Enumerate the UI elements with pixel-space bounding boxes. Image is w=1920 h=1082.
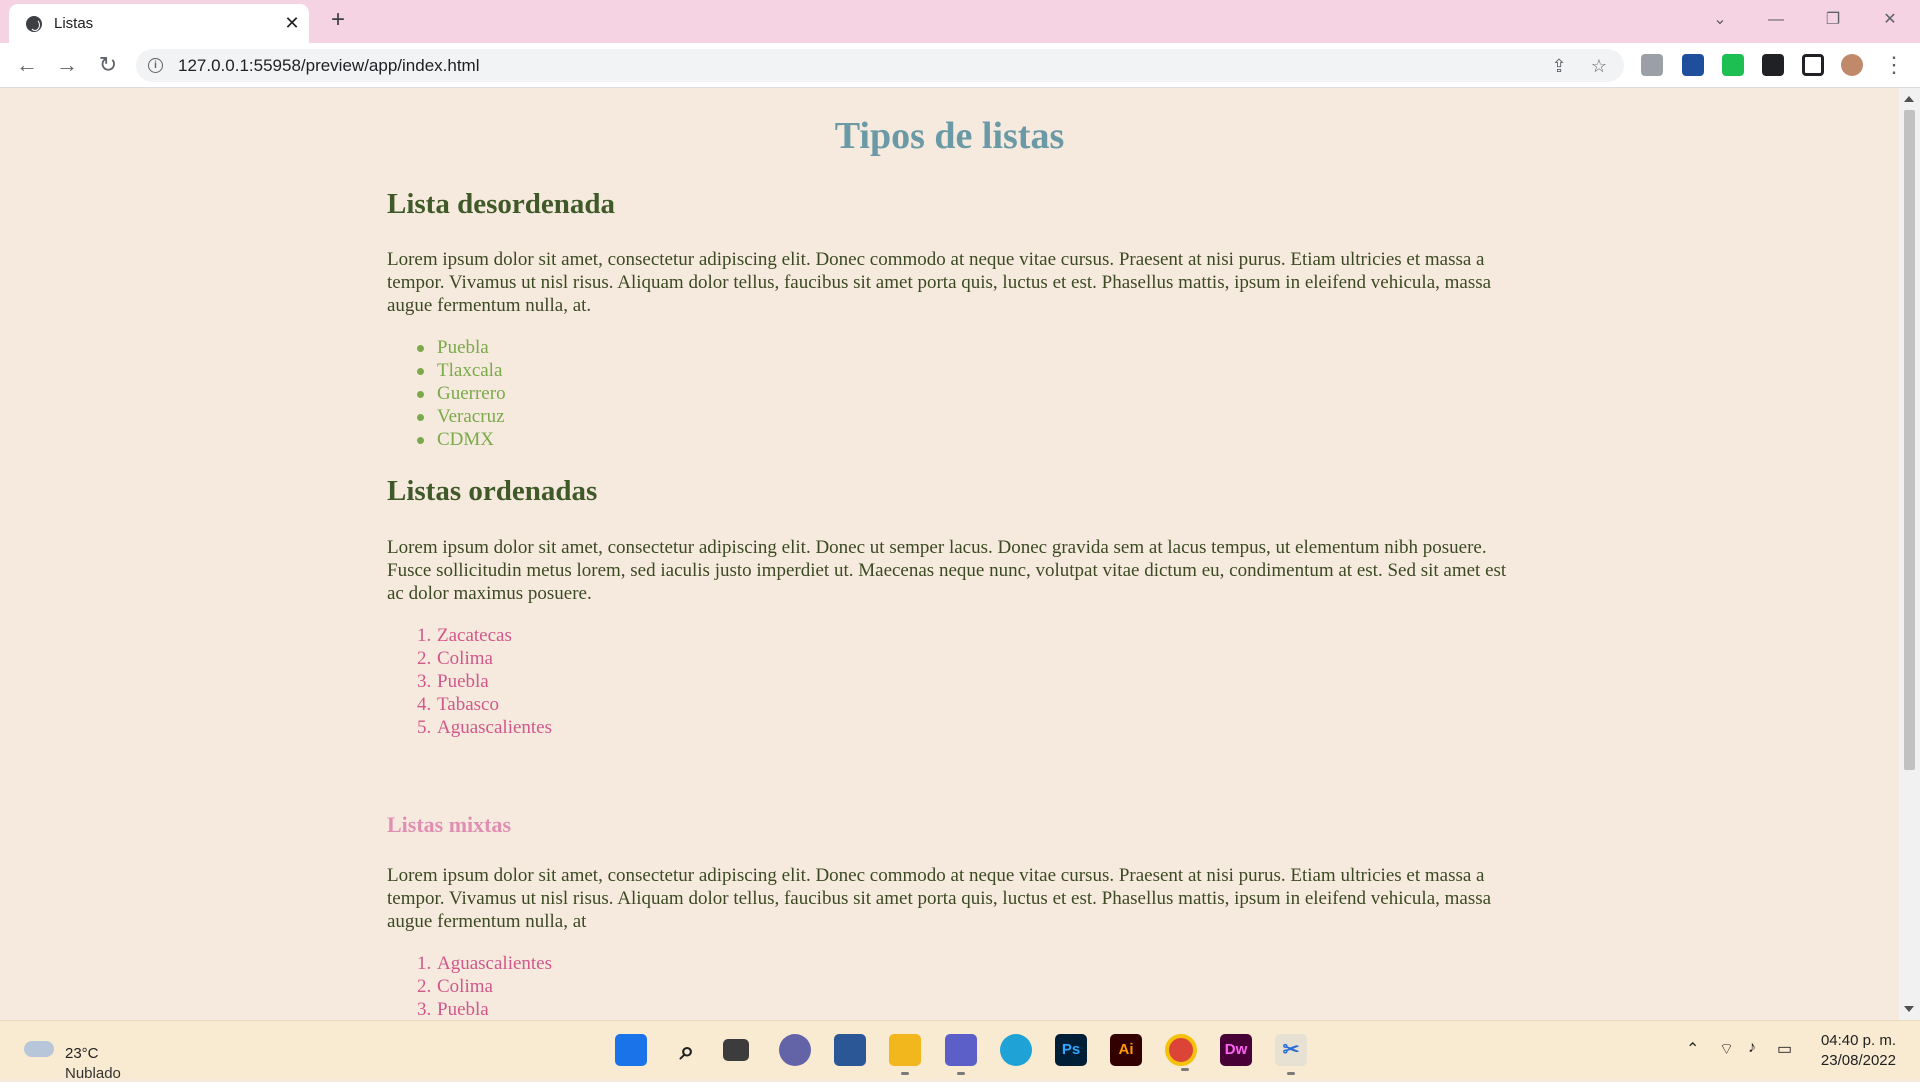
task-view-icon[interactable] [723,1039,749,1061]
chat-icon[interactable] [779,1034,811,1066]
info-icon[interactable]: i [148,58,163,73]
list-item: 1. Zacatecas [417,625,512,646]
vertical-scrollbar[interactable] [1899,88,1920,1020]
tab-close-icon[interactable]: ✕ [281,12,303,34]
list-item: 3. Puebla [417,999,489,1020]
wifi-icon[interactable]: ⌔ [1719,1039,1734,1059]
address-bar[interactable]: i 127.0.0.1:55958/preview/app/index.html… [136,49,1624,82]
store-icon[interactable] [834,1034,866,1066]
section-heading-mixed: Listas mixtas [387,812,512,837]
section-heading-unordered: Lista desordenada [387,188,616,220]
scroll-down-arrow-icon[interactable] [1904,1006,1914,1012]
extensions-puzzle-icon[interactable] [1762,54,1784,76]
weather-condition: Nublado [65,1065,121,1082]
browser-toolbar: ← → ↻ i 127.0.0.1:55958/preview/app/inde… [0,43,1920,88]
search-icon[interactable]: ⌕ [671,1034,703,1066]
illustrator-icon[interactable]: Ai [1110,1034,1142,1066]
bookmark-star-icon[interactable]: ☆ [1588,55,1610,77]
teams-icon[interactable] [945,1034,977,1075]
new-tab-button[interactable]: + [325,8,351,34]
scrollbar-thumb[interactable] [1904,110,1915,770]
chrome-icon[interactable] [1165,1034,1197,1071]
back-button[interactable]: ← [13,51,41,79]
restore-button[interactable]: ❐ [1813,6,1853,34]
tab-search-icon[interactable]: ⌄ [1700,6,1740,34]
camera-extension-icon[interactable] [1641,54,1663,76]
list-item: 2. Colima [417,648,493,669]
ordered-list: 1. Zacatecas 2. Colima 3. Puebla 4. Tabasco … [417,624,553,739]
mixed-list: 1. Aguascalientes 2. Colima 3. Puebla [417,952,553,1020]
start-icon[interactable] [615,1034,647,1066]
taskbar: 23°C Nublado ⌕ Ps Ai Dw ✂ ⌃ ⌔ ♪ ▭ 04:40 … [0,1020,1920,1082]
list-item: 2. Colima [417,976,493,997]
globe-icon [26,16,42,32]
section-paragraph-unordered: Lorem ipsum dolor sit amet, consectetur … [387,249,1492,316]
edge-icon[interactable] [1000,1034,1032,1066]
dreamweaver-icon[interactable]: Dw [1220,1034,1252,1066]
page-title: Tipos de listas [834,115,1065,157]
list-item: 5. Aguascalientes [417,717,553,738]
snipping-tool-icon[interactable]: ✂ [1275,1034,1307,1075]
tab-strip: Listas ✕ + ⌄ — ❐ ✕ [0,0,1920,43]
section-paragraph-mixed: Lorem ipsum dolor sit amet, consectetur … [387,865,1492,932]
close-window-button[interactable]: ✕ [1870,6,1910,34]
list-item: 3. Puebla [417,671,489,692]
chevron-up-icon[interactable]: ⌃ [1686,1039,1699,1059]
bitwarden-extension-icon[interactable] [1682,54,1704,76]
list-item: Puebla [417,336,506,359]
reload-button[interactable]: ↻ [94,51,122,79]
volume-icon[interactable]: ♪ [1748,1039,1756,1057]
weather-temp: 23°C [65,1045,99,1062]
section-heading-ordered: Listas ordenadas [387,475,598,507]
browser-tab[interactable]: Listas ✕ [9,4,309,43]
menu-kebab-icon[interactable]: ⋮ [1880,51,1908,79]
scroll-up-arrow-icon[interactable] [1904,96,1914,102]
clock-date[interactable]: 23/08/2022 [1821,1052,1896,1069]
photoshop-icon[interactable]: Ps [1055,1034,1087,1066]
page-viewport: Tipos de listas Lista desordenada Lorem … [0,88,1899,1020]
profile-avatar[interactable] [1841,54,1863,76]
share-icon[interactable]: ⇪ [1548,55,1570,77]
green-extension-icon[interactable] [1722,54,1744,76]
list-item: Tlaxcala [417,359,506,382]
unordered-list: Puebla Tlaxcala Guerrero Veracruz CDMX [417,336,506,451]
url-text: 127.0.0.1:55958/preview/app/index.html [178,56,480,75]
file-explorer-icon[interactable] [889,1034,921,1075]
list-item: Veracruz [417,406,505,427]
tab-title: Listas [54,15,94,32]
list-item: Guerrero [417,383,506,404]
list-item: CDMX [417,428,506,451]
cloud-icon [24,1041,54,1057]
list-item: 4. Tabasco [417,694,499,715]
minimize-button[interactable]: — [1756,6,1796,34]
list-item: 1. Aguascalientes [417,953,553,974]
section-paragraph-ordered: Lorem ipsum dolor sit amet, consectetur … [387,537,1507,604]
clock-time[interactable]: 04:40 p. m. [1821,1032,1896,1049]
side-panel-icon[interactable] [1802,54,1824,76]
forward-button[interactable]: → [53,51,81,79]
battery-icon[interactable]: ▭ [1777,1039,1792,1059]
